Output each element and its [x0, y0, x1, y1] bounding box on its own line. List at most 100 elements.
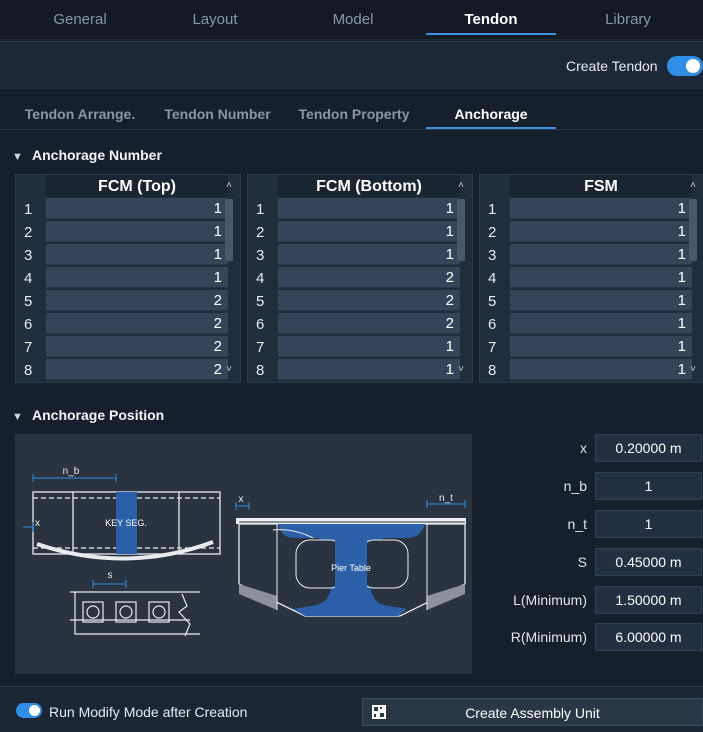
row-index: 7 [24, 339, 33, 356]
scroll-up-icon[interactable]: ˄ [222, 179, 236, 193]
row-index: 5 [488, 293, 497, 310]
table-cell[interactable]: 1 [278, 221, 460, 242]
tab-model[interactable]: Model [293, 0, 413, 40]
table-cell[interactable]: 1 [510, 336, 692, 357]
scrollbar-thumb[interactable] [689, 199, 697, 261]
table-cell[interactable]: 2 [278, 267, 460, 288]
key-seg-label: KEY SEG. [105, 518, 147, 528]
table-header: FCM (Top) [46, 175, 228, 197]
row-index: 6 [24, 316, 33, 333]
table-header: FSM [510, 175, 692, 197]
scroll-down-icon[interactable]: ˅ [222, 363, 236, 377]
scroll-up-icon[interactable]: ˄ [454, 179, 468, 193]
table-cell[interactable]: 2 [278, 290, 460, 311]
tab-layout[interactable]: Layout [155, 0, 275, 40]
n_t-label: n_t [439, 493, 453, 504]
param-label: x [580, 440, 587, 456]
row-index: 8 [24, 362, 33, 379]
table-cell[interactable]: 1 [278, 359, 460, 380]
table-row: 81 [248, 359, 472, 381]
table-cell[interactable]: 1 [46, 267, 228, 288]
row-index: 5 [24, 293, 33, 310]
table-row: 52 [16, 290, 240, 312]
table-row: 31 [16, 244, 240, 266]
table-cell[interactable]: 1 [510, 290, 692, 311]
s-dimension [92, 580, 127, 588]
web-fill [335, 534, 367, 614]
scroll-down-icon[interactable]: ˅ [686, 363, 700, 377]
sub-tab-bar: Tendon Arrange. Tendon Number Tendon Pro… [0, 92, 703, 130]
x-dimension-left [23, 522, 34, 532]
create-assembly-unit-button[interactable]: Create Assembly Unit [362, 698, 703, 726]
tab-tendon-property[interactable]: Tendon Property [290, 92, 418, 130]
tab-tendon[interactable]: Tendon [426, 0, 556, 40]
create-tendon-toggle[interactable] [667, 56, 703, 76]
param-input-field[interactable]: 1.50000 m [595, 586, 702, 614]
table-cell[interactable]: 1 [510, 313, 692, 334]
row-index: 8 [488, 362, 497, 379]
row-index: 6 [256, 316, 265, 333]
table-cell[interactable]: 2 [46, 290, 228, 311]
scroll-down-icon[interactable]: ˅ [454, 363, 468, 377]
anchorage-position-title: Anchorage Position [32, 407, 165, 423]
table-cell[interactable]: 1 [46, 198, 228, 219]
run-modify-label: Run Modify Mode after Creation [49, 704, 248, 720]
run-modify-toggle[interactable] [16, 703, 42, 718]
table-cell[interactable]: 2 [278, 313, 460, 334]
table-cell[interactable]: 1 [510, 221, 692, 242]
table-row: 41 [16, 267, 240, 289]
param-input-field[interactable]: 1 [595, 472, 702, 500]
tab-anchorage[interactable]: Anchorage [426, 92, 556, 130]
param-input-field[interactable]: 1 [595, 510, 702, 538]
table-cell[interactable]: 1 [278, 336, 460, 357]
table-row: 51 [480, 290, 703, 312]
table-cell[interactable]: 1 [278, 198, 460, 219]
table-row: 31 [248, 244, 472, 266]
row-index: 2 [256, 224, 265, 241]
param-input-field[interactable]: 0.45000 m [595, 548, 702, 576]
table-cell[interactable]: 1 [510, 267, 692, 288]
row-index: 4 [488, 270, 497, 287]
table-row: 62 [248, 313, 472, 335]
table-cell[interactable]: 1 [510, 198, 692, 219]
table-cell[interactable]: 2 [46, 336, 228, 357]
table-row: 71 [248, 336, 472, 358]
tab-library[interactable]: Library [568, 0, 688, 40]
anchorage-table-2: FCM (Bottom) 1 1 2 1 3 1 4 2 5 2 6 2 7 1 8 1 ˄ ˅ [247, 174, 473, 383]
scroll-up-icon[interactable]: ˄ [686, 179, 700, 193]
table-cell[interactable]: 1 [510, 244, 692, 265]
table-row: 11 [480, 198, 703, 220]
create-assembly-unit-label: Create Assembly Unit [465, 705, 600, 721]
table-cell[interactable]: 1 [278, 244, 460, 265]
anchorage-position-header[interactable]: ▼ Anchorage Position [12, 407, 164, 423]
tab-tendon-arrange[interactable]: Tendon Arrange. [16, 92, 144, 130]
param-label: S [577, 554, 587, 570]
scrollbar-thumb[interactable] [225, 199, 233, 261]
anchorage-number-title: Anchorage Number [32, 147, 162, 163]
param-input-field[interactable]: 0.20000 m [595, 434, 702, 462]
row-index: 6 [488, 316, 497, 333]
param-input-field[interactable]: 6.00000 m [595, 623, 702, 651]
scrollbar-thumb[interactable] [457, 199, 465, 261]
table-row: 72 [16, 336, 240, 358]
table-cell[interactable]: 2 [46, 313, 228, 334]
s-label: s [108, 570, 113, 581]
tab-tendon-number[interactable]: Tendon Number [155, 92, 280, 130]
top-slab [236, 518, 466, 524]
row-index: 4 [24, 270, 33, 287]
anchorage-table-1: FCM (Top) 1 1 2 1 3 1 4 1 5 2 6 2 7 2 8 2 ˄ ˅ [15, 174, 241, 383]
table-cell[interactable]: 1 [46, 221, 228, 242]
param-label: R(Minimum) [510, 629, 587, 645]
table-row: 82 [16, 359, 240, 381]
table-row: 42 [248, 267, 472, 289]
table-cell[interactable]: 1 [510, 359, 692, 380]
toggle-knob [29, 705, 40, 716]
table-row: 62 [16, 313, 240, 335]
chevron-down-icon: ▼ [12, 151, 23, 163]
table-cell[interactable]: 2 [46, 359, 228, 380]
table-cell[interactable]: 1 [46, 244, 228, 265]
tab-general[interactable]: General [20, 0, 140, 40]
anchorage-number-header[interactable]: ▼ Anchorage Number [12, 147, 162, 163]
row-index: 3 [488, 247, 497, 264]
pier-table-label: Pier Table [331, 563, 371, 573]
